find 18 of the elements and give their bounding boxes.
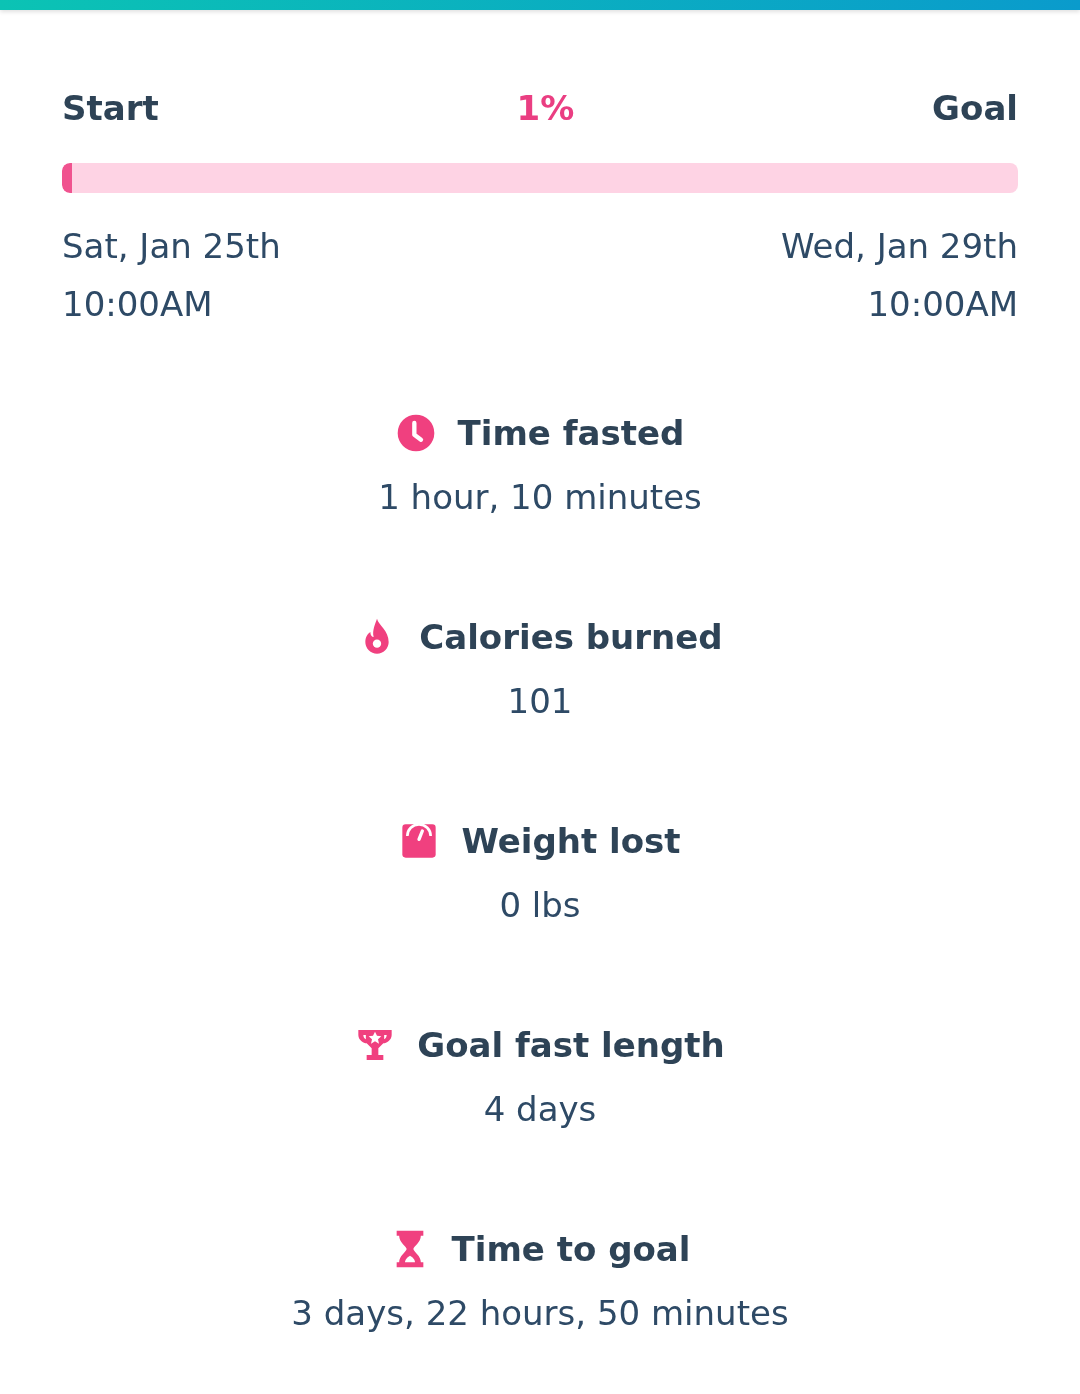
start-label: Start xyxy=(62,88,159,128)
goal-label: Goal xyxy=(932,88,1018,128)
stat-value: 0 lbs xyxy=(499,884,581,926)
stat-title: Goal fast length xyxy=(417,1024,725,1066)
start-date: Sat, Jan 25th xyxy=(62,226,281,266)
stat-title: Weight lost xyxy=(461,820,681,862)
stat-value: 1 hour, 10 minutes xyxy=(378,476,702,518)
stat-value: 3 days, 22 hours, 50 minutes xyxy=(291,1292,789,1334)
clock-icon xyxy=(395,413,436,453)
start-time: 10:00AM xyxy=(62,284,214,324)
stat-title: Time fasted xyxy=(457,412,685,454)
goal-time: 10:00AM xyxy=(867,284,1018,324)
stat-value: 101 xyxy=(507,680,573,722)
goal-date: Wed, Jan 29th xyxy=(780,226,1018,266)
stat-title: Time to goal xyxy=(451,1228,691,1270)
stat-title: Calories burned xyxy=(419,616,723,658)
progress-percent: 1% xyxy=(516,88,575,128)
stat-value: 4 days xyxy=(483,1088,597,1130)
